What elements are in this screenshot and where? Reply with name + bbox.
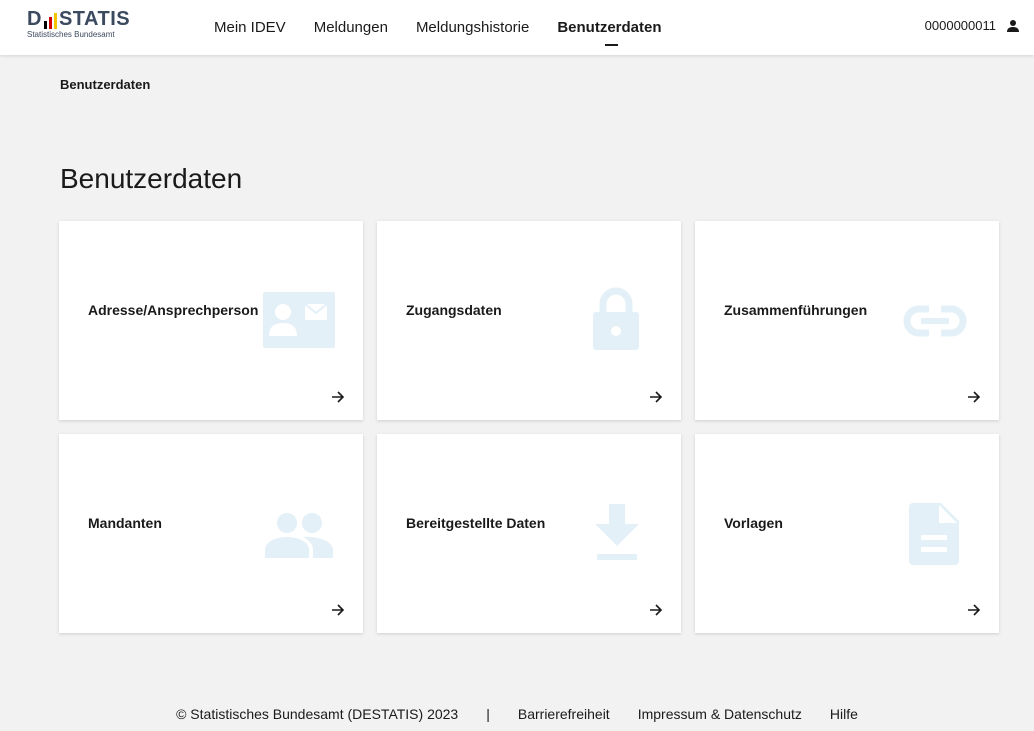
top-header: D STATIS Statistisches Bundesamt Mein ID… <box>0 0 1034 55</box>
card-label: Vorlagen <box>724 515 783 531</box>
contact-card-icon <box>263 292 335 348</box>
nav-meldungshistorie[interactable]: Meldungshistorie <box>416 19 529 36</box>
user-menu[interactable]: 0000000011 <box>925 18 1020 33</box>
card-zusammenfuehrungen[interactable]: Zusammenführungen <box>695 221 999 420</box>
card-label: Zusammenführungen <box>724 302 868 318</box>
nav-meldungen[interactable]: Meldungen <box>314 19 388 36</box>
user-id: 0000000011 <box>924 18 996 33</box>
arrow-right-icon <box>968 604 981 616</box>
footer-link-impressum[interactable]: Impressum & Datenschutz <box>638 706 802 722</box>
footer: © Statistisches Bundesamt (DESTATIS) 202… <box>0 706 1034 722</box>
card-label: Adresse/Ansprechperson <box>88 302 259 318</box>
footer-separator: | <box>486 706 490 722</box>
footer-link-barrierefreiheit[interactable]: Barrierefreiheit <box>518 706 610 722</box>
card-bereitgestellte-daten[interactable]: Bereitgestellte Daten <box>377 434 681 633</box>
logo-text-right: STATIS <box>58 8 131 30</box>
download-icon <box>595 504 639 560</box>
nav-benutzerdaten[interactable]: Benutzerdaten <box>557 19 662 46</box>
footer-link-hilfe[interactable]: Hilfe <box>830 706 858 722</box>
logo-text-left: D <box>27 8 42 30</box>
arrow-right-icon <box>332 604 345 616</box>
logo-subtitle: Statistisches Bundesamt <box>27 30 115 39</box>
link-icon <box>903 305 967 337</box>
card-label: Bereitgestellte Daten <box>406 515 546 531</box>
card-zugangsdaten[interactable]: Zugangsdaten <box>377 221 681 420</box>
page-title: Benutzerdaten <box>60 163 243 194</box>
arrow-right-icon <box>650 604 663 616</box>
arrow-right-icon <box>332 391 345 403</box>
lock-icon <box>593 287 639 350</box>
card-mandanten[interactable]: Mandanten <box>59 434 363 633</box>
user-icon <box>1007 19 1019 32</box>
logo-bars-icon <box>43 13 57 29</box>
card-label: Zugangsdaten <box>406 302 502 318</box>
card-label: Mandanten <box>88 515 162 531</box>
nav-mein-idev[interactable]: Mein IDEV <box>214 19 286 36</box>
card-vorlagen[interactable]: Vorlagen <box>695 434 999 633</box>
card-adresse[interactable]: Adresse/Ansprechperson <box>59 221 363 420</box>
document-icon <box>909 503 959 565</box>
arrow-right-icon <box>650 391 663 403</box>
destatis-logo[interactable]: D STATIS Statistisches Bundesamt <box>27 9 130 39</box>
main-nav: Mein IDEV Meldungen Meldungshistorie Ben… <box>214 0 662 55</box>
footer-copyright: © Statistisches Bundesamt (DESTATIS) 202… <box>176 706 459 722</box>
breadcrumb: Benutzerdaten <box>60 77 151 92</box>
people-icon <box>265 513 333 558</box>
arrow-right-icon <box>968 391 981 403</box>
